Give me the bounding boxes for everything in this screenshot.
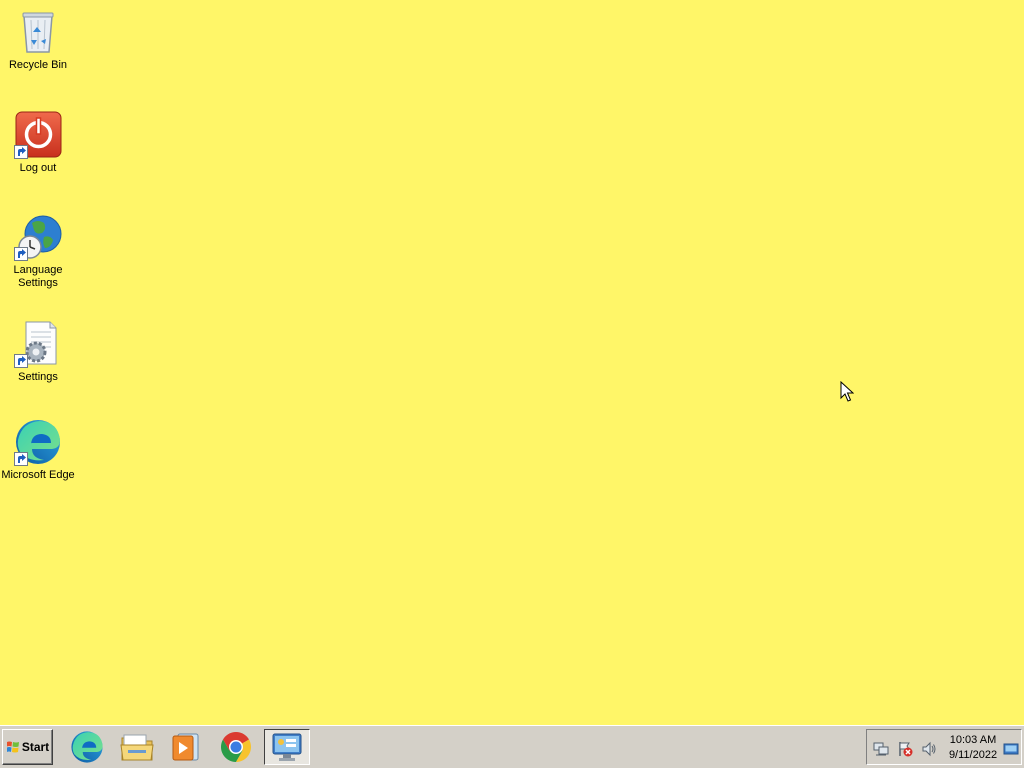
desktop-icon-label: Settings [18, 371, 58, 383]
shortcut-arrow-icon [14, 145, 28, 159]
folder-icon [120, 734, 154, 761]
media-player-icon [172, 733, 199, 761]
desktop-icon-label: Log out [19, 162, 57, 174]
desktop-icon-recycle-bin[interactable]: Recycle Bin [0, 8, 76, 72]
network-icon[interactable] [873, 741, 889, 757]
edge-icon [71, 731, 103, 763]
desktop-icon-label: Recycle Bin [8, 59, 68, 71]
taskbar-media-player-button[interactable] [162, 729, 208, 765]
desktop-icon-label: Language Settings [13, 264, 63, 289]
start-button[interactable]: Start [2, 729, 53, 765]
desktop[interactable]: Recycle Bin Log out Language Settings Se… [0, 0, 1024, 725]
start-label: Start [21, 740, 50, 754]
desktop-icon-microsoft-edge[interactable]: Microsoft Edge [0, 418, 76, 482]
mouse-cursor-icon [840, 381, 854, 402]
chrome-icon [220, 732, 252, 762]
control-panel-icon [272, 733, 302, 761]
taskbar: Start 10:03 AM 9/11/2022 [0, 725, 1024, 768]
taskbar-clock[interactable]: 10:03 AM 9/11/2022 [945, 733, 1001, 763]
clock-time: 10:03 AM [949, 734, 997, 746]
shortcut-arrow-icon [14, 354, 28, 368]
clock-date: 9/11/2022 [948, 749, 998, 761]
edge-icon [14, 418, 62, 466]
globe-clock-icon [14, 213, 62, 261]
volume-icon[interactable] [921, 741, 937, 757]
system-tray: 10:03 AM 9/11/2022 [866, 729, 1022, 765]
desktop-icon-label: Microsoft Edge [1, 469, 75, 481]
desktop-icon-language-settings[interactable]: Language Settings [0, 213, 76, 290]
taskbar-edge-button[interactable] [64, 729, 110, 765]
shortcut-arrow-icon [14, 452, 28, 466]
taskbar-chrome-button[interactable] [213, 729, 259, 765]
desktop-icon-settings[interactable]: Settings [0, 320, 76, 384]
taskbar-file-explorer-button[interactable] [114, 729, 160, 765]
power-icon [14, 111, 62, 159]
settings-document-icon [14, 320, 62, 368]
desktop-icon-log-out[interactable]: Log out [0, 111, 76, 175]
show-desktop-icon[interactable] [1003, 741, 1019, 757]
shortcut-arrow-icon [14, 247, 28, 261]
windows-logo-icon [6, 741, 19, 753]
taskbar-control-panel-button[interactable] [264, 729, 310, 765]
action-center-icon[interactable] [897, 741, 913, 757]
recycle-bin-icon [14, 8, 62, 56]
